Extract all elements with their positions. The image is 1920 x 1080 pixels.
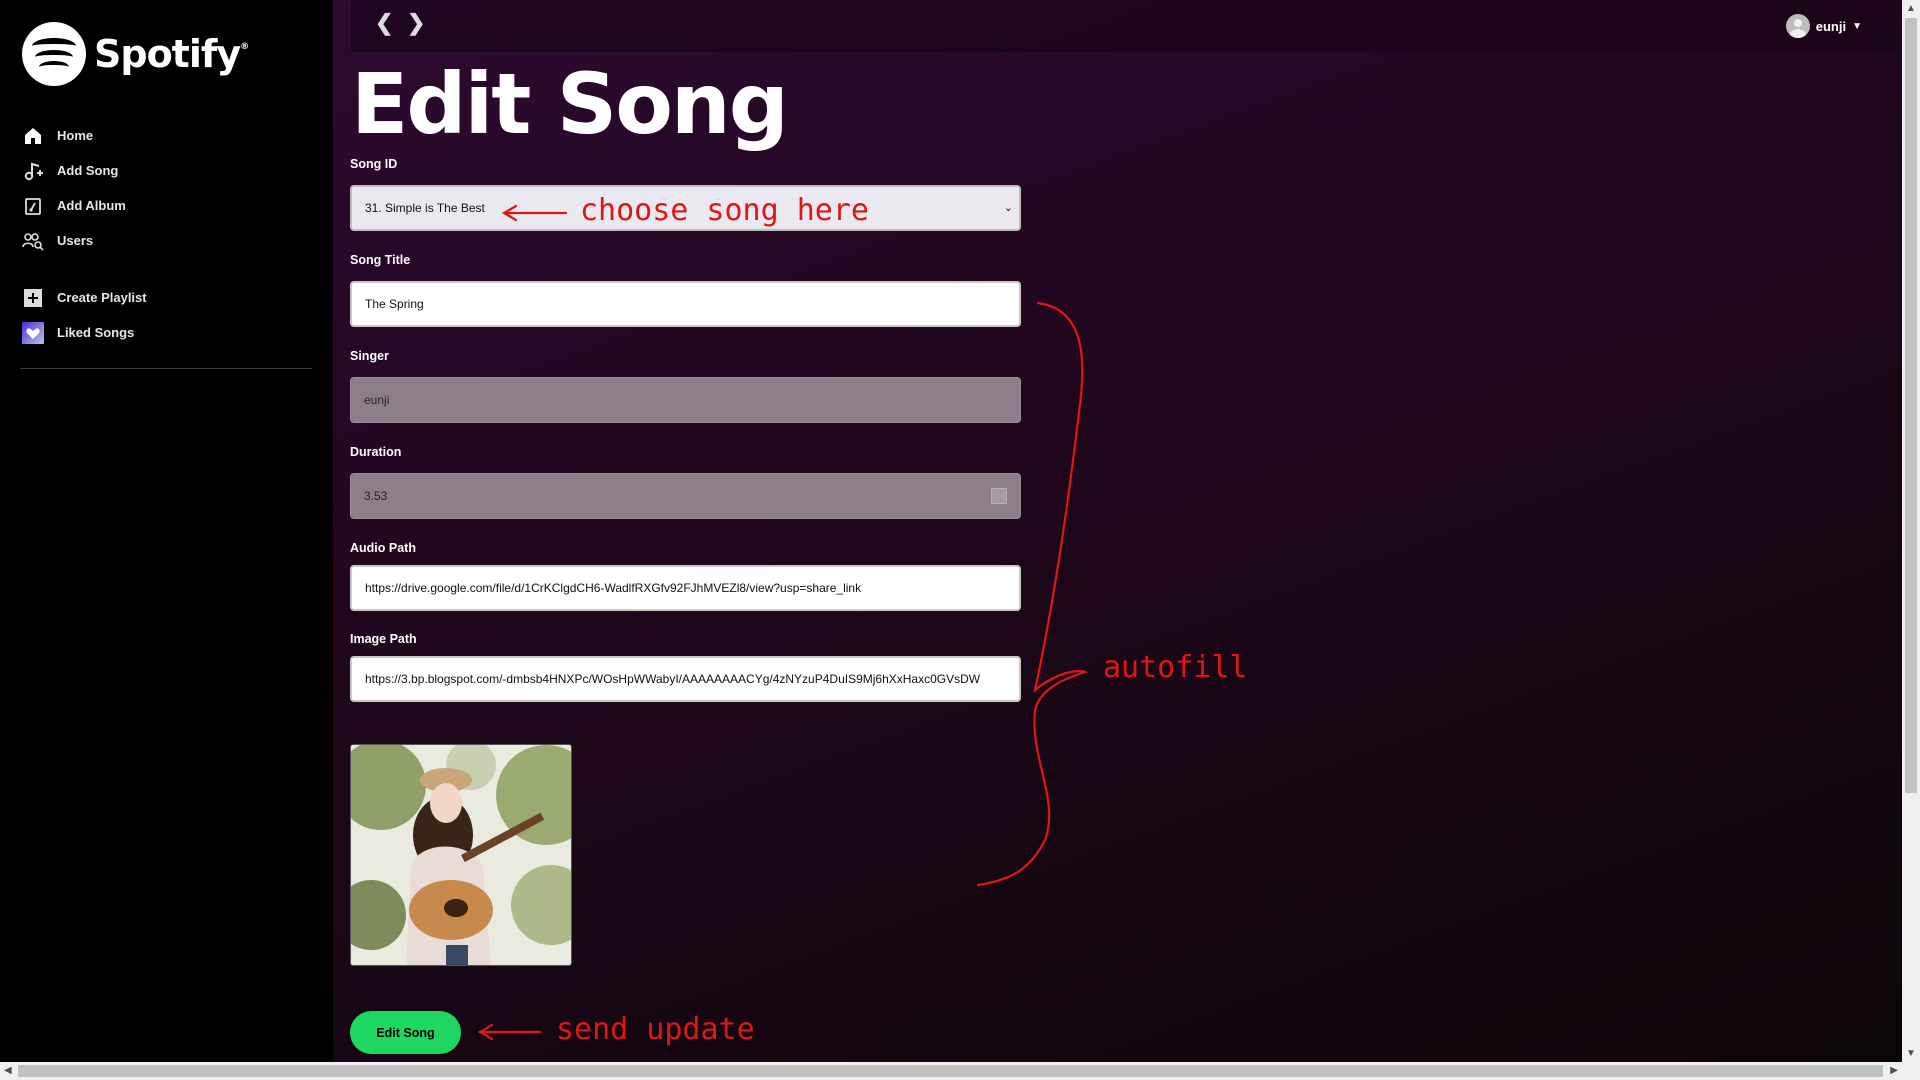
scroll-left-icon[interactable]: ◀ bbox=[4, 1065, 12, 1076]
audio-path-label: Audio Path bbox=[350, 541, 416, 555]
horizontal-scroll-thumb[interactable] bbox=[18, 1065, 1883, 1077]
chevron-down-icon: ▼ bbox=[1852, 20, 1862, 32]
user-name: eunji bbox=[1815, 18, 1847, 34]
singer-value: eunji bbox=[364, 393, 390, 407]
singer-input: eunji bbox=[350, 377, 1021, 423]
song-title-value: The Spring bbox=[365, 297, 424, 311]
add-album-icon bbox=[22, 195, 44, 217]
song-id-label: Song ID bbox=[350, 157, 398, 171]
duration-value: 3.53 bbox=[364, 489, 388, 503]
image-path-label: Image Path bbox=[350, 632, 417, 646]
sidebar-item-add-album[interactable]: Add Album bbox=[22, 188, 312, 223]
image-path-input[interactable]: https://3.bp.blogspot.com/-dmbsb4HNXPc/W… bbox=[350, 656, 1021, 702]
annotation-choose-song: choose song here bbox=[580, 193, 869, 228]
sidebar-item-add-song[interactable]: Add Song bbox=[22, 153, 312, 188]
image-path-value: https://3.bp.blogspot.com/-dmbsb4HNXPc/W… bbox=[365, 672, 981, 686]
vertical-scroll-thumb[interactable] bbox=[1905, 18, 1917, 793]
vertical-scrollbar[interactable]: ▲ ▼ bbox=[1902, 0, 1920, 1062]
playlist-nav: Create Playlist Liked Songs bbox=[22, 280, 312, 350]
number-spinner-icon bbox=[991, 488, 1007, 504]
audio-path-value: https://drive.google.com/file/d/1CrKClgd… bbox=[365, 581, 862, 595]
logo-text: Spotify® bbox=[94, 32, 249, 76]
scroll-down-icon[interactable]: ▼ bbox=[1906, 1048, 1916, 1059]
forward-arrow-icon[interactable]: ❯ bbox=[407, 10, 425, 36]
song-title-label: Song Title bbox=[350, 253, 411, 267]
sidebar: Spotify® Home Add Song Add Album Users C… bbox=[0, 0, 333, 1062]
sidebar-item-label: Liked Songs bbox=[57, 325, 135, 340]
sidebar-divider bbox=[20, 368, 312, 369]
song-title-input[interactable]: The Spring bbox=[350, 281, 1021, 327]
song-id-value: 31. Simple is The Best bbox=[365, 201, 485, 215]
sidebar-item-create-playlist[interactable]: Create Playlist bbox=[22, 280, 312, 315]
spotify-logo-icon bbox=[22, 22, 86, 86]
main-nav: Home Add Song Add Album Users bbox=[22, 118, 312, 258]
sidebar-item-label: Create Playlist bbox=[57, 290, 147, 305]
top-bar: ❮ ❯ eunji ▼ bbox=[351, 0, 1898, 52]
sidebar-item-label: Add Album bbox=[57, 198, 126, 213]
main-content: ❮ ❯ eunji ▼ Edit Song Song ID 31. Simple… bbox=[333, 0, 1902, 1062]
heart-icon bbox=[22, 321, 44, 344]
song-cover-image bbox=[350, 744, 572, 966]
chevron-down-icon: ⌄ bbox=[1003, 202, 1013, 214]
horizontal-scrollbar[interactable]: ◀ ▶ bbox=[0, 1062, 1920, 1080]
plus-square-icon bbox=[22, 287, 44, 309]
sidebar-item-label: Users bbox=[57, 233, 94, 248]
annotation-autofill: autofill bbox=[1103, 650, 1248, 685]
scroll-right-icon[interactable]: ▶ bbox=[1890, 1065, 1898, 1076]
annotation-send-update: send update bbox=[556, 1012, 755, 1047]
users-icon bbox=[22, 230, 44, 252]
avatar bbox=[1785, 14, 1810, 38]
singer-label: Singer bbox=[350, 349, 389, 363]
sidebar-item-label: Add Song bbox=[57, 163, 119, 178]
duration-input: 3.53 bbox=[350, 473, 1021, 519]
edit-song-button[interactable]: Edit Song bbox=[350, 1011, 461, 1054]
sidebar-item-liked-songs[interactable]: Liked Songs bbox=[22, 315, 312, 350]
add-song-icon bbox=[22, 160, 44, 182]
sidebar-item-users[interactable]: Users bbox=[22, 223, 312, 258]
sidebar-item-label: Home bbox=[57, 128, 94, 143]
spotify-logo[interactable]: Spotify® bbox=[22, 22, 249, 86]
audio-path-input[interactable]: https://drive.google.com/file/d/1CrKClgd… bbox=[350, 565, 1021, 611]
back-arrow-icon[interactable]: ❮ bbox=[375, 10, 393, 36]
duration-label: Duration bbox=[350, 445, 402, 459]
page-title: Edit Song bbox=[351, 55, 789, 153]
user-menu[interactable]: eunji ▼ bbox=[1785, 14, 1862, 38]
scroll-up-icon[interactable]: ▲ bbox=[1906, 3, 1916, 14]
sidebar-item-home[interactable]: Home bbox=[22, 118, 312, 153]
home-icon bbox=[22, 125, 44, 147]
